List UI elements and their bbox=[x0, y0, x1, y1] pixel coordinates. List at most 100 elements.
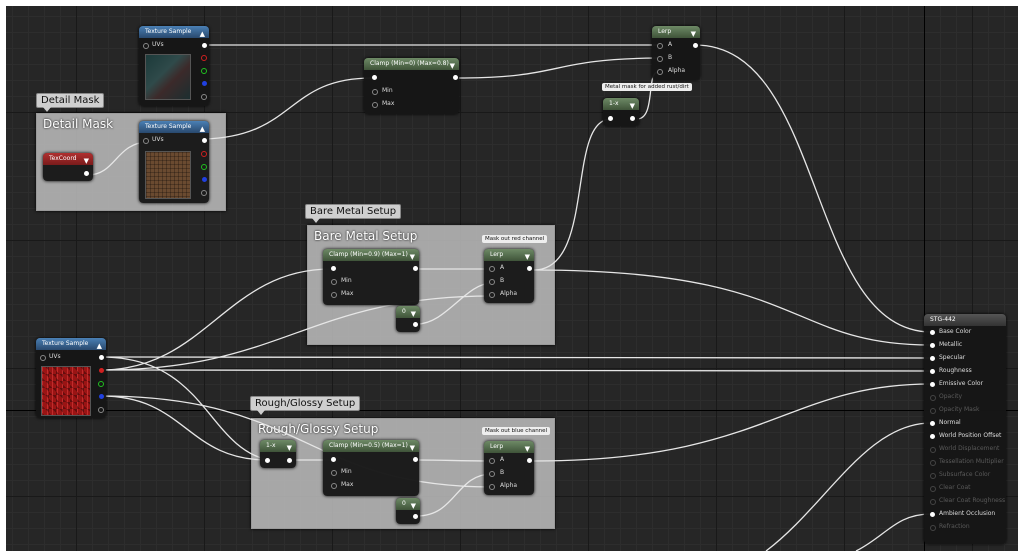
node-lerp-top[interactable]: Lerp ▼ A B Alpha bbox=[652, 26, 700, 80]
wire-ao-offscreen bbox=[855, 513, 932, 551]
pin-uvs[interactable] bbox=[143, 138, 149, 144]
pin-in[interactable] bbox=[608, 116, 613, 121]
pin-a[interactable] bbox=[657, 43, 663, 49]
pin-out[interactable] bbox=[413, 457, 418, 462]
collapse-arrow-icon[interactable]: ▲ bbox=[200, 123, 205, 135]
material-graph-canvas[interactable]: Detail Mask Detail Mask Bare Metal Setup… bbox=[6, 6, 1018, 551]
collapse-arrow-icon[interactable]: ▼ bbox=[410, 251, 415, 263]
pin-uvs[interactable] bbox=[143, 43, 149, 49]
material-pin[interactable] bbox=[930, 408, 936, 414]
collapse-arrow-icon[interactable]: ▼ bbox=[411, 500, 416, 512]
pin-value-in[interactable] bbox=[331, 266, 336, 271]
pin-b-out[interactable] bbox=[202, 177, 207, 182]
pin-out[interactable] bbox=[84, 171, 89, 176]
node-clamp-metal[interactable]: Clamp (Min=0.9) (Max=1) ▼ Min Max bbox=[323, 249, 419, 305]
material-pin[interactable] bbox=[930, 434, 935, 439]
pin-max[interactable] bbox=[372, 102, 378, 108]
collapse-arrow-icon[interactable]: ▼ bbox=[450, 60, 455, 72]
pin-value-in[interactable] bbox=[372, 75, 377, 80]
pin-uvs[interactable] bbox=[40, 355, 46, 361]
node-clamp-rough[interactable]: Clamp (Min=0.5) (Max=1) ▼ Min Max bbox=[323, 440, 419, 496]
collapse-arrow-icon[interactable]: ▼ bbox=[525, 443, 530, 455]
pin-r-out[interactable] bbox=[201, 151, 207, 157]
material-pin[interactable] bbox=[930, 369, 935, 374]
pin-rgb-out[interactable] bbox=[202, 43, 207, 48]
node-texture-sample-main[interactable]: Texture Sample ▲ UVs bbox=[36, 338, 106, 418]
node-texture-sample-detail[interactable]: Texture Sample ▲ UVs bbox=[139, 121, 209, 203]
node-title: Lerp bbox=[490, 443, 504, 450]
node-title: Clamp (Min=0.9) (Max=1) bbox=[329, 251, 408, 258]
material-pin[interactable] bbox=[930, 343, 935, 348]
pin-a-out[interactable] bbox=[98, 407, 104, 413]
pin-b[interactable] bbox=[657, 56, 663, 62]
pin-min[interactable] bbox=[331, 279, 337, 285]
pin-a-out[interactable] bbox=[201, 190, 207, 196]
pin-out[interactable] bbox=[413, 266, 418, 271]
pin-b-out[interactable] bbox=[99, 394, 104, 399]
node-texture-sample-top[interactable]: Texture Sample ▲ UVs bbox=[139, 26, 209, 106]
pin-rgb-out[interactable] bbox=[99, 355, 104, 360]
pin-alpha[interactable] bbox=[489, 292, 495, 298]
pin-rgb-out[interactable] bbox=[202, 138, 207, 143]
node-lerp-metal[interactable]: Lerp ▼ A B Alpha bbox=[484, 249, 534, 303]
collapse-arrow-icon[interactable]: ▼ bbox=[410, 442, 415, 454]
pin-out[interactable] bbox=[413, 514, 418, 519]
node-clamp-top[interactable]: Clamp (Min=0) (Max=0.8) ▼ Min Max bbox=[364, 58, 459, 114]
pin-out[interactable] bbox=[693, 43, 698, 48]
pin-out[interactable] bbox=[287, 458, 292, 463]
pin-out[interactable] bbox=[453, 75, 458, 80]
collapse-arrow-icon[interactable]: ▼ bbox=[630, 100, 635, 112]
pin-min[interactable] bbox=[331, 470, 337, 476]
node-texcoord[interactable]: TexCoord ▼ bbox=[43, 153, 93, 181]
pin-g-out[interactable] bbox=[201, 68, 207, 74]
pin-b-out[interactable] bbox=[202, 81, 207, 86]
collapse-arrow-icon[interactable]: ▲ bbox=[97, 340, 102, 352]
pin-g-out[interactable] bbox=[201, 164, 207, 170]
pin-out[interactable] bbox=[527, 458, 532, 463]
pin-alpha[interactable] bbox=[657, 69, 663, 75]
pin-max[interactable] bbox=[331, 483, 337, 489]
collapse-arrow-icon[interactable]: ▼ bbox=[691, 28, 696, 40]
material-pin[interactable] bbox=[930, 525, 936, 531]
pin-b[interactable] bbox=[489, 471, 495, 477]
node-one-minus-rough[interactable]: 1-x ▼ bbox=[260, 440, 296, 468]
pin-a[interactable] bbox=[489, 266, 495, 272]
material-pin[interactable] bbox=[930, 473, 936, 479]
node-material-result[interactable]: STG-442 Base Color Metallic Specular Roughn… bbox=[924, 314, 1006, 544]
material-pin[interactable] bbox=[930, 499, 936, 505]
material-pin[interactable] bbox=[930, 330, 935, 335]
material-pin[interactable] bbox=[930, 512, 935, 517]
wire-const-metal-to-lerp-metal-b bbox=[416, 282, 493, 325]
collapse-arrow-icon[interactable]: ▼ bbox=[411, 308, 416, 320]
pin-alpha[interactable] bbox=[489, 484, 495, 490]
collapse-arrow-icon[interactable]: ▼ bbox=[525, 251, 530, 263]
pin-r-out[interactable] bbox=[99, 368, 104, 373]
pin-out[interactable] bbox=[413, 322, 418, 327]
material-pin[interactable] bbox=[930, 460, 936, 466]
collapse-arrow-icon[interactable]: ▲ bbox=[200, 28, 205, 40]
material-pin[interactable] bbox=[930, 447, 936, 453]
material-pin[interactable] bbox=[930, 395, 936, 401]
material-input-label: Metallic bbox=[939, 341, 963, 348]
pin-a-out[interactable] bbox=[201, 94, 207, 100]
node-constant-rough[interactable]: 0 ▼ bbox=[396, 498, 420, 524]
pin-r-out[interactable] bbox=[201, 55, 207, 61]
pin-b[interactable] bbox=[489, 279, 495, 285]
pin-a[interactable] bbox=[489, 458, 495, 464]
pin-max[interactable] bbox=[331, 292, 337, 298]
pin-in[interactable] bbox=[265, 458, 270, 463]
material-pin[interactable] bbox=[930, 382, 935, 387]
pin-min[interactable] bbox=[372, 89, 378, 95]
node-constant-metal[interactable]: 0 ▼ bbox=[396, 306, 420, 332]
collapse-arrow-icon[interactable]: ▼ bbox=[84, 155, 89, 167]
pin-g-out[interactable] bbox=[98, 381, 104, 387]
material-pin[interactable] bbox=[930, 421, 935, 426]
node-lerp-rough[interactable]: Lerp ▼ A B Alpha bbox=[484, 441, 534, 495]
material-pin[interactable] bbox=[930, 356, 935, 361]
pin-out[interactable] bbox=[630, 116, 635, 121]
collapse-arrow-icon[interactable]: ▼ bbox=[287, 442, 292, 454]
node-one-minus-top[interactable]: 1-x ▼ bbox=[603, 98, 639, 126]
pin-value-in[interactable] bbox=[331, 457, 336, 462]
material-pin[interactable] bbox=[930, 486, 936, 492]
pin-out[interactable] bbox=[527, 266, 532, 271]
